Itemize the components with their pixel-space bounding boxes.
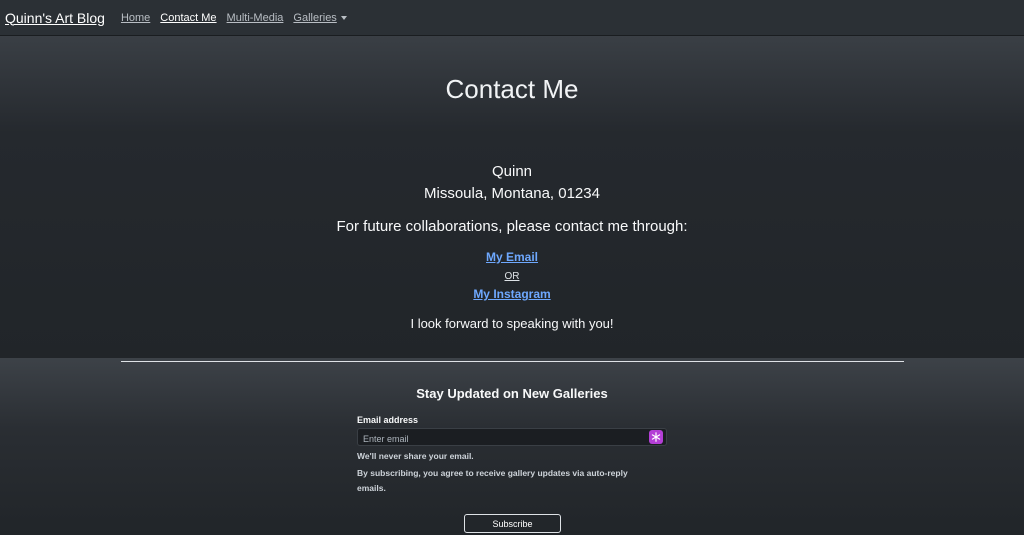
nav-galleries-dropdown[interactable]: Galleries — [293, 11, 347, 24]
contact-section: Contact Me Quinn Missoula, Montana, 0123… — [0, 36, 1024, 358]
divider — [121, 361, 904, 362]
closing-text: I look forward to speaking with you! — [410, 316, 614, 331]
nav-contact[interactable]: Contact Me — [160, 12, 216, 24]
subscribe-button[interactable]: Subscribe — [464, 514, 561, 533]
subscribe-section: Stay Updated on New Galleries Email addr… — [0, 358, 1024, 535]
caret-down-icon — [340, 15, 347, 20]
consent-note: By subscribing, you agree to receive gal… — [357, 468, 628, 493]
navbar: Quinn's Art Blog Home Contact Me Multi-M… — [0, 0, 1024, 36]
brand-link[interactable]: Quinn's Art Blog — [5, 10, 105, 26]
instagram-link-row: My Instagram — [0, 287, 1024, 301]
password-manager-icon[interactable] — [649, 430, 663, 444]
or-separator: OR — [0, 271, 1024, 282]
privacy-note: We'll never share your email. — [357, 451, 474, 461]
nav-multimedia[interactable]: Multi-Media — [227, 12, 284, 24]
email-link[interactable]: My Email — [486, 250, 538, 264]
contact-location: Missoula, Montana, 01234 — [424, 185, 600, 202]
nav-galleries-label: Galleries — [293, 11, 337, 24]
contact-name: Quinn — [491, 163, 533, 180]
instagram-link[interactable]: My Instagram — [473, 287, 550, 301]
nav-home[interactable]: Home — [121, 12, 150, 24]
contact-intro: For future collaborations, please contac… — [336, 218, 688, 235]
email-link-row: My Email — [0, 250, 1024, 264]
subscribe-title: Stay Updated on New Galleries — [416, 386, 608, 401]
page-title: Contact Me — [445, 74, 579, 104]
email-field-wrapper — [357, 428, 667, 447]
or-text: OR — [504, 271, 520, 282]
email-field[interactable] — [358, 431, 648, 447]
email-label: Email address — [357, 415, 419, 425]
snowflake-icon — [651, 432, 661, 442]
